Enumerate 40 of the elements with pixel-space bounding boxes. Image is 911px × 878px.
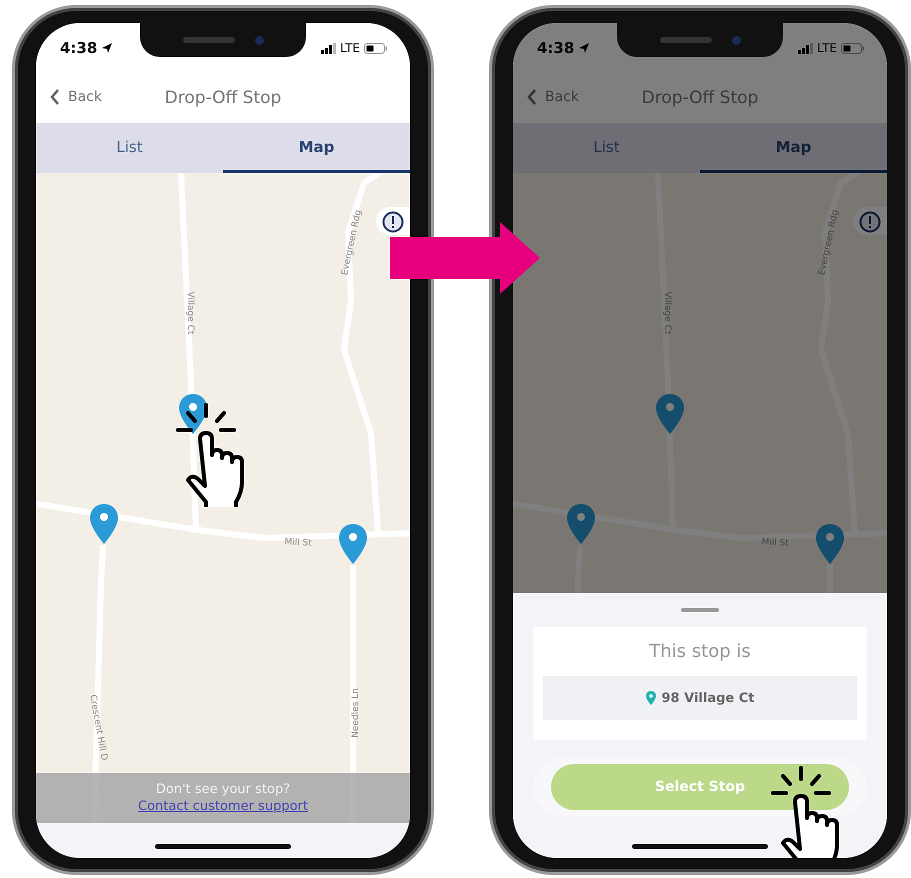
right-arrow-icon: [390, 222, 540, 294]
alert-icon: [382, 211, 404, 233]
network-label: LTE: [340, 41, 360, 55]
screen-title: Drop-Off Stop: [164, 88, 282, 108]
map-pin-icon[interactable]: [179, 394, 207, 434]
back-button[interactable]: Back: [48, 87, 104, 107]
support-prompt: Don't see your stop?: [156, 782, 290, 797]
chevron-left-icon: [50, 89, 60, 105]
status-time: 4:38: [537, 39, 574, 57]
street-label: Village Ct: [662, 292, 672, 334]
sheet-handle[interactable]: [681, 608, 719, 612]
tab[interactable]: List: [36, 123, 223, 173]
camera-dot: [732, 36, 740, 44]
alert-icon: [859, 211, 881, 233]
camera-dot: [254, 36, 264, 44]
street-label: Crescent Hill D: [87, 694, 109, 762]
sheet-heading: This stop is: [649, 641, 751, 662]
location-arrow-icon: [101, 42, 114, 54]
street-label: Mill St: [761, 537, 790, 549]
speaker-grille: [660, 37, 712, 43]
location-arrow-icon: [578, 42, 590, 54]
street-label: Needles Ln: [351, 688, 361, 738]
battery-icon: [841, 42, 865, 54]
pointing-hand-icon: [176, 403, 246, 507]
support-link[interactable]: Contact customer support: [138, 799, 308, 814]
screen-title: Drop-Off Stop: [642, 88, 758, 108]
status-time: 4:38: [60, 39, 98, 57]
chevron-left-icon: [527, 89, 537, 105]
info-button[interactable]: [376, 207, 410, 235]
street-label: Mill St: [284, 537, 312, 549]
location-pin-icon: [646, 691, 656, 705]
tab[interactable]: List: [513, 123, 700, 173]
signal-icon: [321, 42, 336, 54]
network-label: LTE: [817, 41, 837, 55]
stop-address: 98 Village Ct: [662, 690, 754, 706]
signal-icon: [798, 42, 814, 54]
speaker-grille: [182, 37, 234, 43]
back-button[interactable]: Back: [525, 87, 581, 107]
battery-icon: [364, 42, 388, 54]
street-label: Village Ct: [185, 292, 195, 334]
